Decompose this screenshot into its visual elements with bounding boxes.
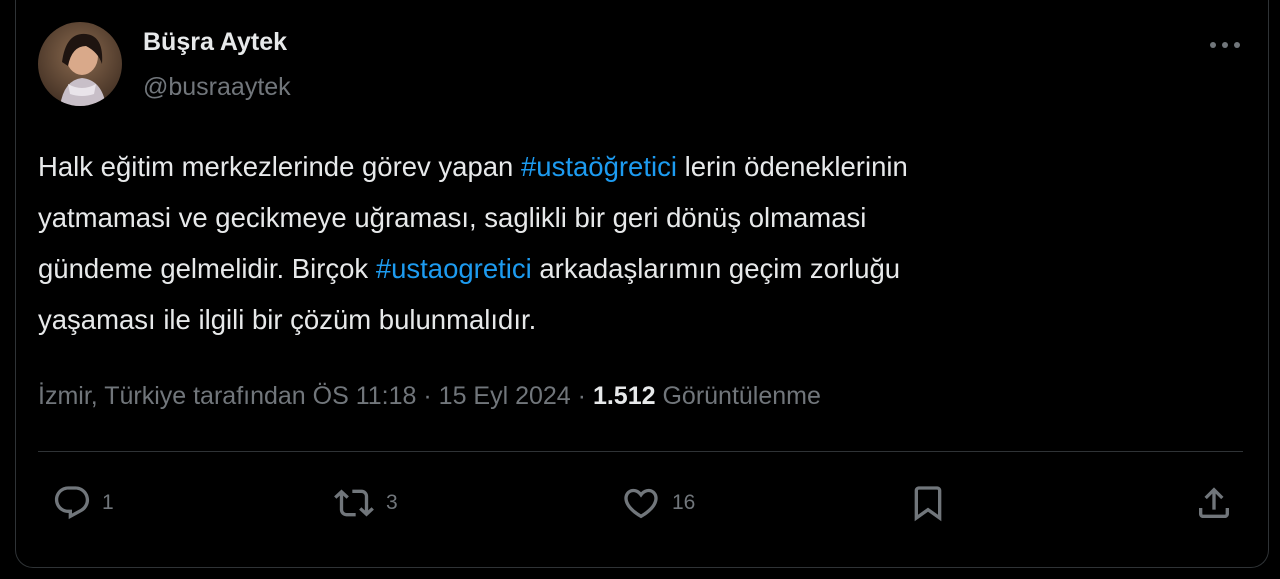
reply-icon (54, 486, 90, 520)
divider (38, 451, 1243, 452)
like-count: 16 (672, 491, 696, 514)
tweet-time[interactable]: ÖS 11:18 (313, 382, 417, 410)
author-handle[interactable]: @busraaytek (143, 70, 291, 104)
tweet-date[interactable]: 15 Eyl 2024 (439, 382, 571, 410)
like-button[interactable]: 16 (618, 480, 695, 526)
more-options-button[interactable] (1205, 30, 1245, 60)
share-button[interactable] (1192, 480, 1236, 526)
tweet-text-part: Halk eğitim merkezlerinde görev yapan (38, 151, 521, 182)
views-label: Görüntülenme (662, 382, 821, 410)
tweet-meta: İzmir, Türkiye tarafından ÖS 11:18 · 15 … (38, 376, 821, 416)
tweet-location: İzmir, Türkiye tarafından (38, 382, 306, 410)
tweet-text: Halk eğitim merkezlerinde görev yapan #u… (38, 141, 1248, 345)
retweet-button[interactable]: 3 (330, 480, 398, 526)
bookmark-icon (914, 486, 942, 522)
hashtag-link[interactable]: #ustaogretici (376, 253, 532, 284)
author-name[interactable]: Büşra Aytek (143, 25, 287, 59)
hashtag-link[interactable]: #ustaöğretici (521, 151, 677, 182)
avatar[interactable] (38, 22, 122, 106)
retweet-count: 3 (386, 491, 398, 514)
reply-button[interactable]: 1 (50, 480, 114, 526)
views-count[interactable]: 1.512 (593, 382, 656, 410)
meta-separator: · (577, 382, 586, 410)
share-icon (1199, 487, 1229, 518)
meta-separator: · (423, 382, 432, 410)
retweet-icon (334, 489, 374, 517)
profile-photo-icon (38, 22, 122, 106)
reply-count: 1 (102, 491, 114, 514)
heart-icon (624, 488, 658, 519)
more-icon (1210, 42, 1240, 48)
bookmark-button[interactable] (906, 480, 950, 526)
